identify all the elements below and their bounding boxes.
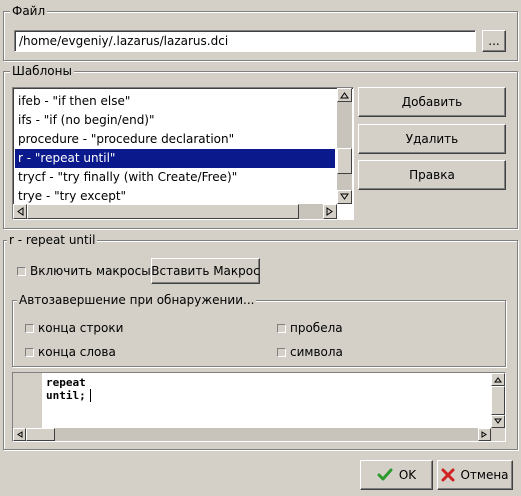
template-list-item[interactable]: trycf - "try finally (with Create/Free)": [15, 168, 335, 187]
templates-vscroll-thumb[interactable]: [337, 148, 352, 174]
code-line-1: repeat: [46, 376, 86, 389]
templates-list[interactable]: ifeb - "if then else" ifs - "if (no begin…: [12, 87, 354, 220]
template-list-item[interactable]: r - "repeat until": [15, 149, 335, 168]
code-hscroll-thumb[interactable]: [26, 428, 55, 441]
file-group-title: Файл: [10, 4, 48, 18]
word-end-checkbox[interactable]: конца слова: [25, 345, 116, 359]
file-path-field[interactable]: /home/evgeniy/.lazarus/lazarus.dci: [14, 30, 476, 52]
symbol-box[interactable]: [277, 347, 286, 357]
up-arrow-icon: [340, 92, 349, 99]
templates-scroll-right-button[interactable]: [323, 204, 337, 219]
delete-button[interactable]: Удалить: [358, 124, 506, 154]
code-scroll-up-button[interactable]: [491, 373, 505, 386]
word-end-box[interactable]: [25, 347, 34, 357]
templates-scroll-down-button[interactable]: [337, 190, 352, 204]
templates-scroll-left-button[interactable]: [13, 204, 27, 219]
templates-vscroll[interactable]: [337, 88, 352, 204]
autocomplete-group-title: Автозавершение при обнаружении...: [17, 293, 257, 307]
text-cursor: [90, 389, 91, 402]
symbol-checkbox[interactable]: символа: [277, 345, 343, 359]
check-icon: [377, 468, 393, 481]
line-end-box[interactable]: [25, 323, 34, 333]
up-arrow-icon: [494, 377, 502, 383]
code-vscroll-thumb[interactable]: [491, 386, 505, 415]
enable-macros-box[interactable]: [17, 266, 26, 276]
template-list-item[interactable]: ifeb - "if then else": [15, 92, 335, 111]
word-end-label: конца слова: [38, 345, 116, 359]
ok-label: OK: [398, 468, 417, 482]
code-line-2: until;: [46, 389, 86, 402]
browse-button[interactable]: ...: [482, 30, 506, 52]
code-scroll-right-button[interactable]: [478, 428, 491, 441]
line-end-label: конца строки: [38, 321, 124, 335]
edit-group-title: r - repeat until: [7, 233, 98, 247]
code-scroll-down-button[interactable]: [491, 415, 505, 428]
templates-list-items: ifeb - "if then else" ifs - "if (no begin…: [15, 92, 335, 206]
code-gutter: [13, 373, 42, 428]
line-end-checkbox[interactable]: конца строки: [25, 321, 123, 335]
right-arrow-icon: [481, 431, 487, 438]
file-path-text: /home/evgeniy/.lazarus/lazarus.dci: [19, 34, 229, 48]
template-list-item[interactable]: procedure - "procedure declaration": [15, 130, 335, 149]
enable-macros-label: Включить макросы: [30, 264, 151, 278]
add-button[interactable]: Добавить: [358, 87, 506, 117]
edit-button[interactable]: Правка: [358, 160, 506, 190]
space-checkbox[interactable]: пробела: [277, 321, 343, 335]
code-hscroll[interactable]: [13, 428, 491, 441]
code-scroll-left-button[interactable]: [13, 428, 26, 441]
left-arrow-icon: [17, 431, 23, 438]
space-label: пробела: [290, 321, 343, 335]
insert-macro-button[interactable]: Вставить Макрос: [151, 258, 260, 284]
enable-macros-checkbox[interactable]: Включить макросы: [17, 264, 151, 278]
templates-scroll-up-button[interactable]: [337, 88, 352, 102]
x-icon: [441, 468, 455, 482]
left-arrow-icon: [17, 207, 24, 216]
symbol-label: символа: [290, 345, 343, 359]
code-area[interactable]: repeat until;: [42, 373, 491, 428]
cancel-button[interactable]: Отмена: [437, 460, 513, 490]
right-arrow-icon: [326, 207, 333, 216]
templates-group-title: Шаблоны: [10, 64, 74, 78]
cancel-label: Отмена: [460, 468, 509, 482]
down-arrow-icon: [340, 193, 349, 200]
template-list-item[interactable]: ifs - "if (no begin/end)": [15, 111, 335, 130]
templates-hscroll-thumb[interactable]: [27, 204, 299, 219]
ok-button[interactable]: OK: [360, 460, 433, 490]
down-arrow-icon: [494, 418, 502, 424]
space-box[interactable]: [277, 323, 286, 333]
code-editor[interactable]: repeat until;: [12, 372, 506, 442]
